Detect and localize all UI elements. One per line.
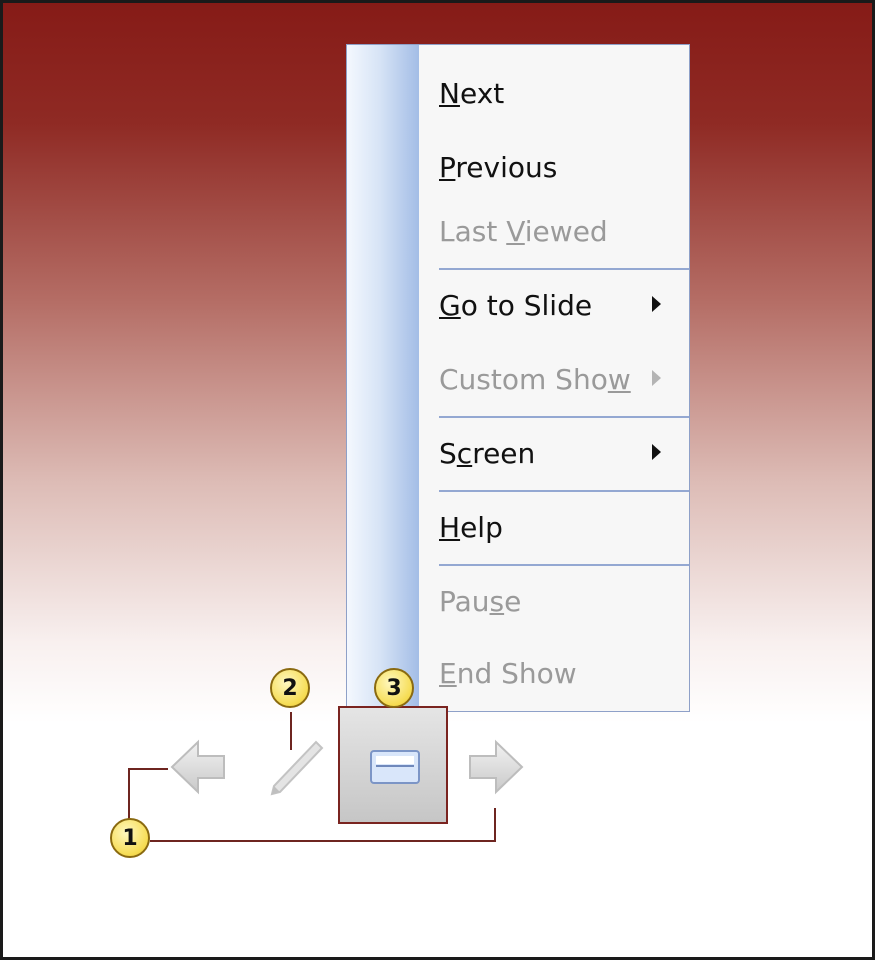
submenu-arrow-icon — [652, 444, 661, 460]
callout-line — [128, 768, 130, 820]
callout-line — [128, 768, 168, 770]
submenu-arrow-icon — [652, 296, 661, 312]
menu-item-label: Screen — [439, 436, 536, 470]
callout-line — [494, 808, 496, 842]
menu-item-pause[interactable]: Pause — [439, 565, 687, 637]
menu-item-help[interactable]: Help — [439, 491, 687, 563]
slideshow-context-menu: Next Previous Last Viewed Go to Slide Cu… — [346, 44, 690, 712]
menu-item-label: Go to Slide — [439, 288, 593, 322]
menu-item-label: Help — [439, 510, 503, 544]
pen-button[interactable] — [266, 734, 326, 800]
callout-badge-2: 2 — [270, 668, 310, 708]
submenu-arrow-icon — [652, 370, 661, 386]
menu-item-label: Last Viewed — [439, 214, 608, 248]
previous-slide-button[interactable] — [168, 732, 228, 802]
callout-line — [150, 840, 496, 842]
menu-item-screen[interactable]: Screen — [439, 417, 687, 489]
pen-icon — [270, 740, 324, 796]
menu-item-last-viewed[interactable]: Last Viewed — [439, 195, 687, 267]
next-slide-button[interactable] — [466, 732, 526, 802]
menu-icon — [370, 750, 420, 784]
menu-item-end-show[interactable]: End Show — [439, 637, 687, 709]
next-arrow-icon — [469, 739, 524, 795]
menu-item-next[interactable]: Next — [439, 57, 687, 129]
menu-item-previous[interactable]: Previous — [439, 131, 687, 203]
menu-item-label: Next — [439, 76, 505, 110]
callout-badge-1: 1 — [110, 818, 150, 858]
menu-item-custom-show[interactable]: Custom Show — [439, 343, 687, 415]
menu-item-label: Pause — [439, 584, 522, 618]
menu-icon-strip — [347, 45, 419, 711]
callout-badge-3: 3 — [374, 668, 414, 708]
previous-arrow-icon — [170, 739, 225, 795]
menu-item-label: Custom Show — [439, 362, 631, 396]
menu-button[interactable] — [338, 706, 448, 824]
menu-item-label: Previous — [439, 150, 558, 184]
menu-item-go-to-slide[interactable]: Go to Slide — [439, 269, 687, 341]
menu-item-label: End Show — [439, 656, 577, 690]
callout-line — [290, 712, 292, 750]
